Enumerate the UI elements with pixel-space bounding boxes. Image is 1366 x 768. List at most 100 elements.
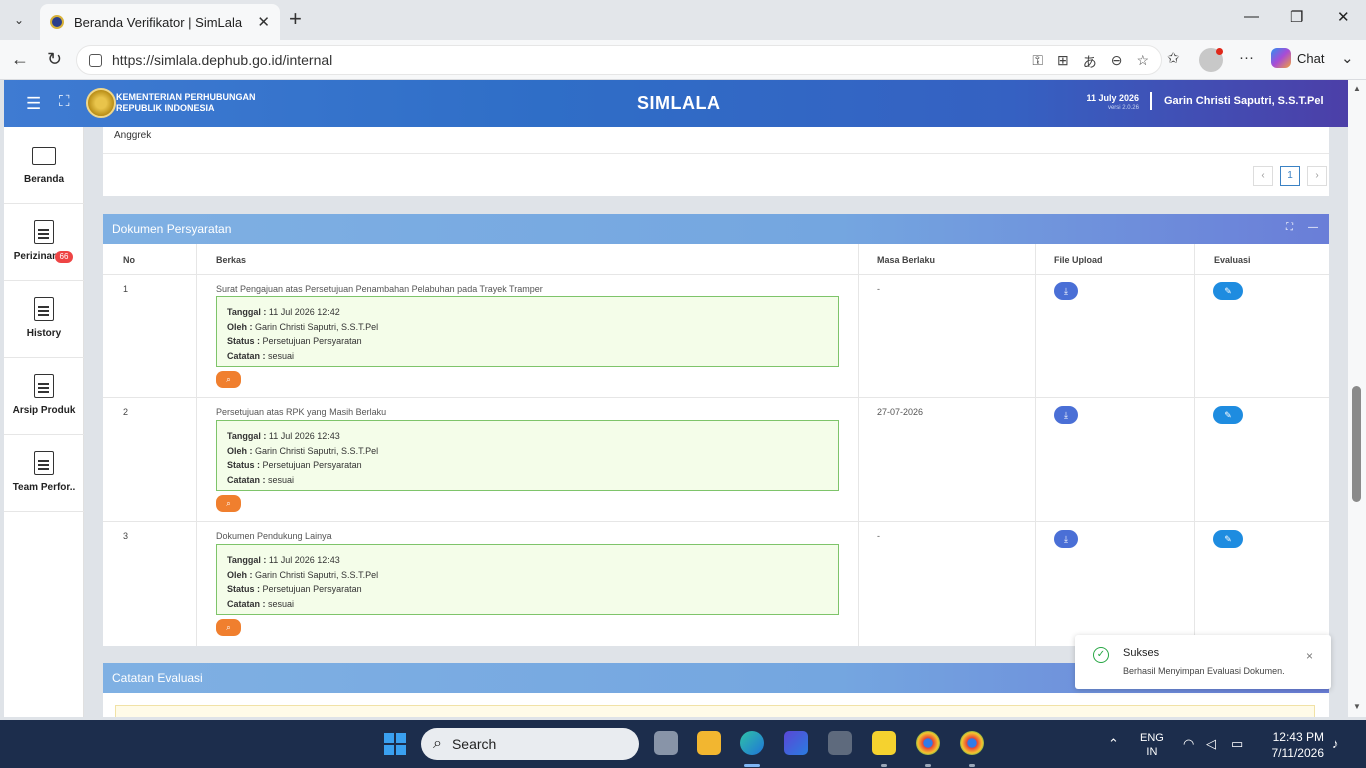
site-info-icon[interactable] [89,53,102,67]
new-tab-plus-icon[interactable]: + [289,8,302,30]
user-name[interactable]: Garin Christi Saputri, S.S.T.Pel [1164,95,1324,107]
tab-actions-chevron-icon[interactable]: ⌄ [6,7,32,33]
zoom-icon[interactable]: ⊖ [1111,52,1123,72]
notification-bell-icon[interactable]: ♪ [1332,736,1339,751]
restore-icon[interactable]: ❐ [1290,8,1303,26]
translate-icon[interactable]: あ [1083,52,1097,72]
minimize-icon[interactable]: — [1244,8,1259,25]
column-header-no: No [123,255,135,265]
favorites-icon[interactable]: ✩ [1167,49,1180,67]
documents-card-header: Dokumen Persyaratan ⛶ — [103,214,1329,244]
header-separator [1150,92,1152,110]
hamburger-menu-icon[interactable]: ☰ [26,94,41,114]
url-text: https://simlala.dephub.go.id/internal [112,52,333,68]
volume-icon[interactable]: ◁ [1206,736,1216,752]
row-number: 1 [123,284,129,294]
edit-evaluation-button[interactable]: ✎ [1213,282,1243,300]
key-icon[interactable]: ⚿ [1032,52,1043,72]
sidebar-item-perizinan[interactable]: Perizinan 66 [4,204,84,281]
edge-browser-icon[interactable] [740,731,764,755]
address-field[interactable]: https://simlala.dephub.go.id/internal ⚿ … [76,45,1162,75]
tab-close-icon[interactable]: ✕ [257,13,270,31]
scroll-up-arrow-icon[interactable]: ▲ [1353,84,1361,93]
back-arrow-icon[interactable]: ← [11,49,29,69]
document-icon [34,297,54,321]
pagination-next[interactable]: › [1307,166,1327,186]
column-header-evaluasi: Evaluasi [1214,255,1251,265]
chat-label: Chat [1297,50,1325,66]
more-options-icon[interactable]: ··· [1239,49,1254,66]
app-icon[interactable] [784,731,808,755]
start-windows-icon[interactable] [384,733,406,755]
tab-title: Beranda Verifikator | SimLala [74,14,243,30]
active-app-indicator [744,764,760,767]
edit-evaluation-button[interactable]: ✎ [1213,530,1243,548]
close-window-icon[interactable]: ✕ [1337,8,1350,26]
site-favicon-icon [50,15,64,29]
view-history-button[interactable]: ⌕ [216,619,241,636]
documents-title: Dokumen Persyaratan [112,222,232,236]
pagination-page-1[interactable]: 1 [1280,166,1300,186]
favorite-star-icon[interactable]: ☆ [1136,52,1149,72]
running-app-indicator [925,764,931,767]
sidebar-item-history[interactable]: History [4,281,84,358]
chevron-down-icon[interactable]: ⌄ [1341,49,1354,67]
wifi-icon[interactable]: ◠ [1183,736,1194,752]
search-icon: ⌕ [433,735,442,752]
toast-message: Berhasil Menyimpan Evaluasi Dokumen. [1123,666,1285,676]
view-history-button[interactable]: ⌕ [216,371,241,388]
sidebar-item-arsip-produk[interactable]: Arsip Produk [4,358,84,435]
view-history-button[interactable]: ⌕ [216,495,241,512]
toast-title: Sukses [1123,647,1160,659]
download-button[interactable]: ⤓ [1054,406,1078,424]
refresh-icon[interactable]: ↻ [47,49,62,69]
fullscreen-icon[interactable]: ⛶ [59,93,70,110]
validity-date: - [877,531,880,541]
clock-date[interactable]: 7/11/2026 [1258,746,1325,760]
document-icon [34,374,54,398]
download-button[interactable]: ⤓ [1054,282,1078,300]
file-explorer-icon[interactable] [697,731,721,755]
row-number: 3 [123,531,129,541]
sidebar-item-label: Arsip Produk [12,405,76,416]
column-header-file-upload: File Upload [1054,255,1103,265]
notification-badge: 66 [55,251,73,263]
expand-icon[interactable]: ⛶ [1286,222,1293,233]
toast-close-icon[interactable]: × [1306,649,1313,663]
sidebar-item-label: Team Perfor.. [12,482,76,493]
collapse-icon[interactable]: — [1308,222,1318,233]
evaluation-note: Tanggal : 11 Jul 2026 12:43 Oleh : Garin… [216,420,839,491]
org-line-2: REPUBLIK INDONESIA [116,103,215,113]
browser-tab[interactable]: Beranda Verifikator | SimLala ✕ [40,4,280,40]
page-scrollbar[interactable]: ▲ ▼ [1348,80,1366,717]
scrollbar-thumb[interactable] [1352,386,1361,502]
camera-icon[interactable] [828,731,852,755]
task-view-icon[interactable] [654,731,678,755]
download-button[interactable]: ⤓ [1054,530,1078,548]
document-name: Dokumen Pendukung Lainya [216,531,332,541]
edit-evaluation-button[interactable]: ✎ [1213,406,1243,424]
battery-icon[interactable]: ▭ [1231,736,1243,752]
scroll-down-arrow-icon[interactable]: ▼ [1353,702,1361,711]
taskbar-search[interactable]: ⌕ Search [421,728,639,760]
document-icon [34,451,54,475]
chevron-up-icon[interactable]: ⌃ [1108,736,1119,752]
sidebar-item-beranda[interactable]: Beranda [4,127,84,204]
chat-button[interactable]: Chat [1271,48,1324,68]
search-placeholder: Search [451,736,497,752]
clock-time[interactable]: 12:43 PM [1268,730,1324,744]
sidebar-item-team-performance[interactable]: Team Perfor.. [4,435,84,512]
running-app-indicator [881,764,887,767]
column-header-berkas: Berkas [216,255,247,265]
evaluation-title: Catatan Evaluasi [112,671,203,685]
chrome-profile-icon[interactable] [960,731,984,755]
input-language[interactable]: ENG IN [1140,731,1164,759]
apps-icon[interactable]: ⊞ [1057,52,1069,72]
evaluation-note-box [115,705,1315,717]
pagination-prev[interactable]: ‹ [1253,166,1273,186]
document-name: Persetujuan atas RPK yang Masih Berlaku [216,407,387,417]
ministry-logo [86,88,116,118]
check-circle-icon: ✓ [1093,647,1109,663]
sticky-notes-icon[interactable] [872,731,896,755]
chrome-icon[interactable] [916,731,940,755]
